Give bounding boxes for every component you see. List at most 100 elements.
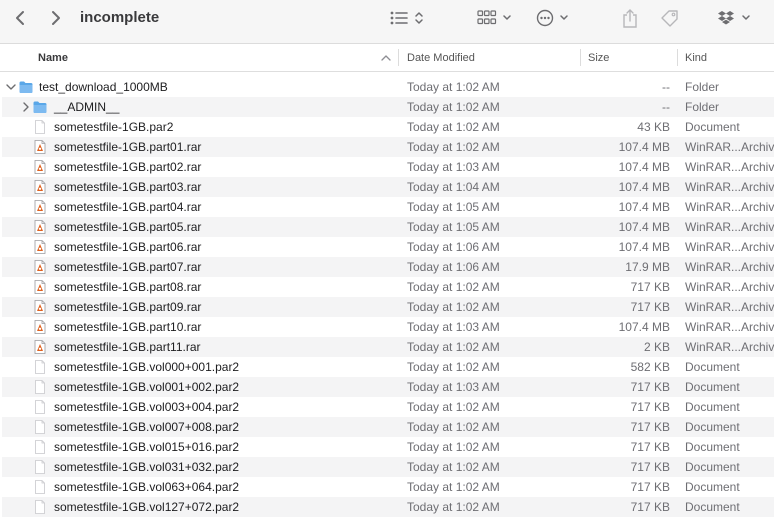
- file-name[interactable]: sometestfile-1GB.vol001+002.par2: [54, 377, 239, 397]
- ellipsis-circle-icon: [536, 9, 568, 27]
- file-size: 717 KB: [630, 500, 670, 514]
- column-header-kind[interactable]: Kind: [685, 44, 707, 71]
- forward-button[interactable]: [46, 0, 66, 36]
- file-size: 107.4 MB: [618, 160, 670, 174]
- file-name[interactable]: sometestfile-1GB.part10.rar: [54, 317, 201, 337]
- action-menu-button[interactable]: [536, 0, 574, 36]
- back-button[interactable]: [10, 0, 30, 36]
- file-name[interactable]: sometestfile-1GB.part08.rar: [54, 277, 201, 297]
- column-divider[interactable]: [398, 49, 399, 66]
- file-name[interactable]: sometestfile-1GB.vol127+072.par2: [54, 497, 239, 517]
- column-divider[interactable]: [580, 49, 581, 66]
- file-name[interactable]: sometestfile-1GB.part01.rar: [54, 137, 201, 157]
- column-divider[interactable]: [677, 49, 678, 66]
- file-name[interactable]: sometestfile-1GB.part02.rar: [54, 157, 201, 177]
- file-size: 717 KB: [630, 380, 670, 394]
- file-date-modified: Today at 1:02 AM: [407, 100, 500, 114]
- file-kind: Folder: [685, 80, 720, 94]
- file-date-modified: Today at 1:02 AM: [407, 80, 500, 94]
- document-icon: [33, 360, 47, 374]
- file-row[interactable]: sometestfile-1GB.part01.rar Today at 1:02…: [2, 137, 774, 157]
- rar-archive-icon: [33, 280, 47, 294]
- file-size: 582 KB: [630, 360, 670, 374]
- rar-archive-icon: [33, 260, 47, 274]
- column-header-size[interactable]: Size: [588, 44, 609, 71]
- file-row[interactable]: sometestfile-1GB.part11.rar Today at 1:02…: [2, 337, 774, 357]
- view-options-button[interactable]: [388, 0, 428, 36]
- file-kind: Document: [685, 480, 740, 494]
- list-view-icon: [390, 11, 423, 25]
- file-kind: Document: [685, 360, 740, 374]
- share-button[interactable]: [619, 0, 641, 36]
- file-row[interactable]: sometestfile-1GB.part09.rar Today at 1:02…: [2, 297, 774, 317]
- file-row[interactable]: sometestfile-1GB.vol031+032.par2 Today at…: [2, 457, 774, 477]
- file-name[interactable]: test_download_1000MB: [39, 77, 168, 97]
- file-row[interactable]: __ADMIN__ Today at 1:02 AM -- Folder: [2, 97, 774, 117]
- document-icon: [33, 400, 47, 414]
- file-name[interactable]: sometestfile-1GB.vol015+016.par2: [54, 437, 239, 457]
- file-row[interactable]: sometestfile-1GB.part08.rar Today at 1:02…: [2, 277, 774, 297]
- file-date-modified: Today at 1:03 AM: [407, 380, 500, 394]
- disclosure-collapsed-icon[interactable]: [20, 97, 32, 117]
- file-kind: WinRAR...Archive: [685, 240, 774, 254]
- file-name[interactable]: sometestfile-1GB.part06.rar: [54, 237, 201, 257]
- file-kind: Document: [685, 120, 740, 134]
- rar-archive-icon: [33, 220, 47, 234]
- file-name[interactable]: sometestfile-1GB.vol000+001.par2: [54, 357, 239, 377]
- rar-archive-icon: [33, 320, 47, 334]
- document-icon: [33, 380, 47, 394]
- file-row[interactable]: sometestfile-1GB.vol001+002.par2 Today at…: [2, 377, 774, 397]
- file-date-modified: Today at 1:03 AM: [407, 160, 500, 174]
- file-name[interactable]: sometestfile-1GB.part05.rar: [54, 217, 201, 237]
- file-name[interactable]: __ADMIN__: [54, 97, 119, 117]
- file-name[interactable]: sometestfile-1GB.vol003+004.par2: [54, 397, 239, 417]
- file-size: 43 KB: [637, 120, 670, 134]
- file-size: 107.4 MB: [618, 200, 670, 214]
- file-row[interactable]: sometestfile-1GB.part10.rar Today at 1:03…: [2, 317, 774, 337]
- column-header-name[interactable]: Name: [38, 44, 68, 71]
- file-size: 17.9 MB: [625, 260, 670, 274]
- file-name[interactable]: sometestfile-1GB.part11.rar: [54, 337, 201, 357]
- rar-archive-icon: [33, 200, 47, 214]
- file-name[interactable]: sometestfile-1GB.par2: [54, 117, 173, 137]
- toolbar: incomplete: [0, 0, 774, 44]
- group-by-button[interactable]: [477, 0, 515, 36]
- file-name[interactable]: sometestfile-1GB.vol063+064.par2: [54, 477, 239, 497]
- file-row[interactable]: sometestfile-1GB.part03.rar Today at 1:04…: [2, 177, 774, 197]
- file-size: 107.4 MB: [618, 320, 670, 334]
- file-row[interactable]: sometestfile-1GB.par2 Today at 1:02 AM 43 …: [2, 117, 774, 137]
- file-row[interactable]: sometestfile-1GB.vol015+016.par2 Today at…: [2, 437, 774, 457]
- file-kind: WinRAR...Archive: [685, 220, 774, 234]
- file-row[interactable]: sometestfile-1GB.part07.rar Today at 1:06…: [2, 257, 774, 277]
- file-row[interactable]: sometestfile-1GB.part02.rar Today at 1:03…: [2, 157, 774, 177]
- file-name[interactable]: sometestfile-1GB.part03.rar: [54, 177, 201, 197]
- file-name[interactable]: sometestfile-1GB.part04.rar: [54, 197, 201, 217]
- disclosure-expanded-icon[interactable]: [5, 77, 17, 97]
- file-row[interactable]: sometestfile-1GB.part04.rar Today at 1:05…: [2, 197, 774, 217]
- file-size: 717 KB: [630, 440, 670, 454]
- document-icon: [33, 480, 47, 494]
- column-header-date-modified[interactable]: Date Modified: [407, 44, 475, 71]
- file-name[interactable]: sometestfile-1GB.vol031+032.par2: [54, 457, 239, 477]
- file-kind: Document: [685, 420, 740, 434]
- file-row[interactable]: test_download_1000MB Today at 1:02 AM -- Fo…: [2, 77, 774, 97]
- sort-ascending-icon[interactable]: [381, 44, 391, 71]
- file-row[interactable]: sometestfile-1GB.part05.rar Today at 1:05…: [2, 217, 774, 237]
- file-list: test_download_1000MB Today at 1:02 AM -- Fo…: [2, 77, 774, 517]
- file-name[interactable]: sometestfile-1GB.part07.rar: [54, 257, 201, 277]
- file-row[interactable]: sometestfile-1GB.vol127+072.par2 Today at…: [2, 497, 774, 517]
- file-date-modified: Today at 1:02 AM: [407, 460, 500, 474]
- file-row[interactable]: sometestfile-1GB.part06.rar Today at 1:06…: [2, 237, 774, 257]
- file-name[interactable]: sometestfile-1GB.part09.rar: [54, 297, 201, 317]
- file-size: 2 KB: [643, 340, 670, 354]
- file-size: 717 KB: [630, 280, 670, 294]
- tag-button[interactable]: [657, 0, 683, 36]
- file-row[interactable]: sometestfile-1GB.vol063+064.par2 Today at…: [2, 477, 774, 497]
- file-name[interactable]: sometestfile-1GB.vol007+008.par2: [54, 417, 239, 437]
- dropbox-button[interactable]: [718, 0, 754, 36]
- file-row[interactable]: sometestfile-1GB.vol003+004.par2 Today at…: [2, 397, 774, 417]
- file-row[interactable]: sometestfile-1GB.vol000+001.par2 Today at…: [2, 357, 774, 377]
- file-size: 717 KB: [630, 420, 670, 434]
- file-kind: WinRAR...Archive: [685, 320, 774, 334]
- file-row[interactable]: sometestfile-1GB.vol007+008.par2 Today at…: [2, 417, 774, 437]
